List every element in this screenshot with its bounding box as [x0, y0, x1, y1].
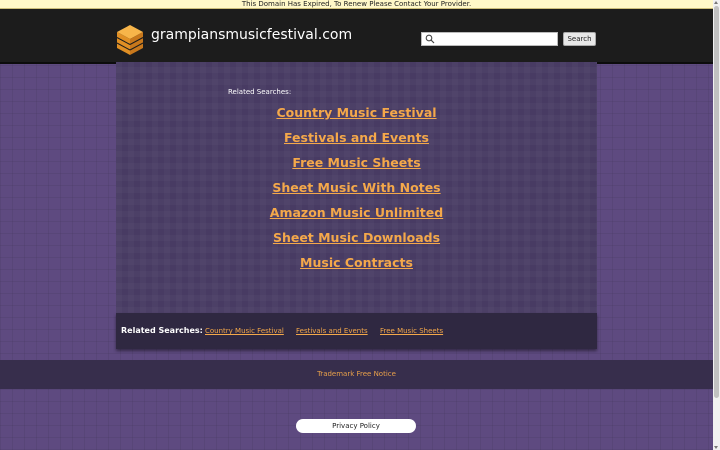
bottom-related-bar: Related Searches: Country Music Festival… [116, 313, 597, 349]
related-link-amazon-music-unlimited[interactable]: Amazon Music Unlimited [116, 200, 597, 225]
search-button[interactable]: Search [563, 32, 596, 46]
vertical-scrollbar[interactable] [713, 0, 720, 450]
related-link-sheet-music-downloads[interactable]: Sheet Music Downloads [116, 225, 597, 250]
scroll-thumb[interactable] [714, 6, 719, 398]
bottom-link-festivals-and-events[interactable]: Festivals and Events [296, 327, 368, 335]
bottom-link-free-music-sheets[interactable]: Free Music Sheets [380, 327, 443, 335]
domain-expired-notice: This Domain Has Expired, To Renew Please… [0, 0, 713, 9]
cube-logo-icon [116, 25, 144, 55]
related-link-free-music-sheets[interactable]: Free Music Sheets [116, 150, 597, 175]
search-input[interactable] [438, 33, 556, 45]
related-links-list: Country Music Festival Festivals and Eve… [116, 100, 597, 275]
related-link-sheet-music-with-notes[interactable]: Sheet Music With Notes [116, 175, 597, 200]
footer-band: Trademark Free Notice [0, 360, 713, 389]
related-link-music-contracts[interactable]: Music Contracts [116, 250, 597, 275]
bottom-related-heading: Related Searches: [121, 326, 203, 335]
related-link-country-music-festival[interactable]: Country Music Festival [116, 100, 597, 125]
scroll-up-arrow-icon[interactable] [714, 1, 718, 4]
scroll-down-arrow-icon[interactable] [714, 446, 718, 449]
trademark-notice-link[interactable]: Trademark Free Notice [0, 370, 713, 378]
related-searches-heading: Related Searches: [228, 88, 292, 96]
search-icon [425, 34, 435, 44]
bottom-link-country-music-festival[interactable]: Country Music Festival [205, 327, 284, 335]
privacy-policy-button[interactable]: Privacy Policy [296, 419, 416, 433]
related-searches-panel: Related Searches: Country Music Festival… [116, 62, 597, 313]
search-box[interactable] [421, 32, 558, 46]
site-title[interactable]: grampiansmusicfestival.com [151, 27, 352, 43]
header: grampiansmusicfestival.com Search [0, 9, 713, 64]
related-link-festivals-and-events[interactable]: Festivals and Events [116, 125, 597, 150]
